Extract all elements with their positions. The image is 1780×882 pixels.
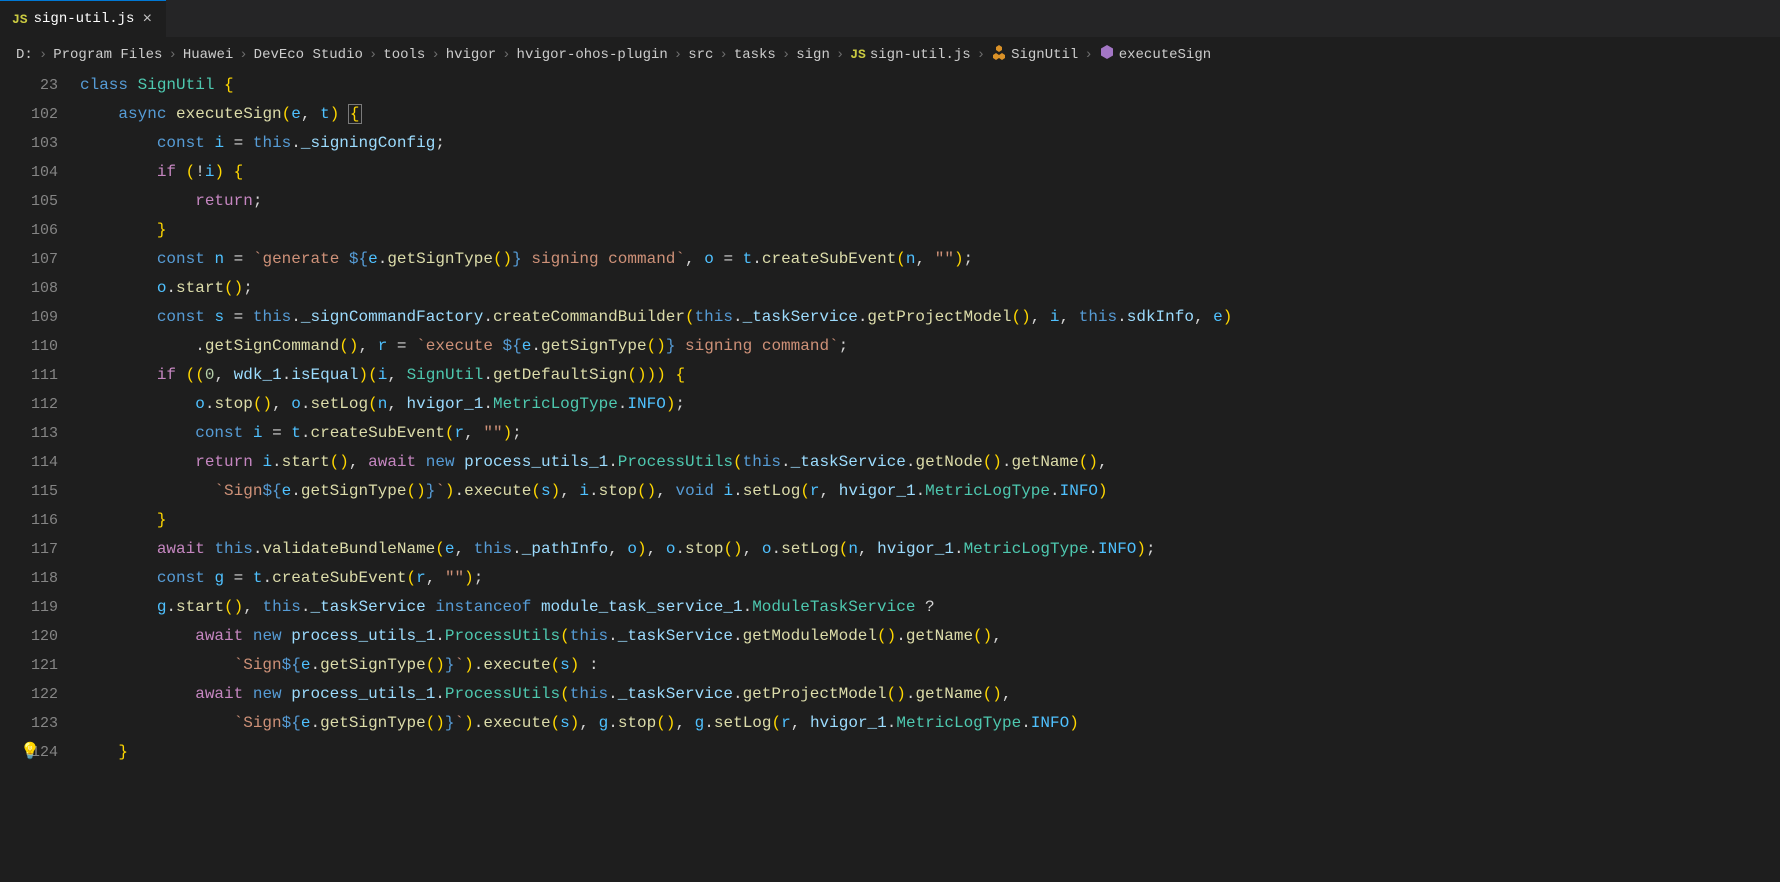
breadcrumb-segment[interactable]: tools: [383, 47, 425, 63]
line-number: 114: [0, 448, 58, 477]
breadcrumb-segment[interactable]: src: [688, 47, 713, 63]
line-number: 108: [0, 274, 58, 303]
line-number: 115: [0, 477, 58, 506]
line-number: 111: [0, 361, 58, 390]
line-number: 106: [0, 216, 58, 245]
line-number: 123: [0, 709, 58, 738]
code-line[interactable]: `Sign${e.getSignType()}`).execute(s) :: [80, 651, 1780, 680]
code-line[interactable]: `Sign${e.getSignType()}`).execute(s), i.…: [80, 477, 1780, 506]
code-line[interactable]: .getSignCommand(), r = `execute ${e.getS…: [80, 332, 1780, 361]
breadcrumb-segment[interactable]: DevEco Studio: [254, 47, 363, 63]
code-line[interactable]: return i.start(), await new process_util…: [80, 448, 1780, 477]
code-line[interactable]: }: [80, 216, 1780, 245]
code-line[interactable]: await new process_utils_1.ProcessUtils(t…: [80, 622, 1780, 651]
breadcrumb-segment[interactable]: sign: [796, 47, 830, 63]
code-line[interactable]: if (!i) {: [80, 158, 1780, 187]
code-editor[interactable]: 23 102 103 104 105 106 107 108 109 110 1…: [0, 71, 1780, 767]
code-line[interactable]: if ((0, wdk_1.isEqual)(i, SignUtil.getDe…: [80, 361, 1780, 390]
editor-tab[interactable]: JS sign-util.js ×: [0, 0, 166, 37]
chevron-right-icon: ›: [500, 47, 512, 63]
symbol-method-icon: [1099, 44, 1115, 65]
code-line[interactable]: async executeSign(e, t) {: [80, 100, 1780, 129]
code-line[interactable]: const g = t.createSubEvent(r, "");: [80, 564, 1780, 593]
line-number: 116: [0, 506, 58, 535]
line-number: 102: [0, 100, 58, 129]
breadcrumb-symbol-method[interactable]: executeSign: [1119, 47, 1211, 63]
code-line[interactable]: const s = this._signCommandFactory.creat…: [80, 303, 1780, 332]
js-file-icon: JS: [12, 12, 28, 27]
breadcrumb-segment[interactable]: hvigor: [446, 47, 496, 63]
chevron-right-icon: ›: [672, 47, 684, 63]
code-line[interactable]: o.stop(), o.setLog(n, hvigor_1.MetricLog…: [80, 390, 1780, 419]
line-number: 23: [0, 71, 58, 100]
tab-filename: sign-util.js: [34, 11, 135, 27]
breadcrumb-file[interactable]: sign-util.js: [870, 47, 971, 63]
code-area[interactable]: class SignUtil { async executeSign(e, t)…: [80, 71, 1780, 767]
code-line[interactable]: `Sign${e.getSignType()}`).execute(s), g.…: [80, 709, 1780, 738]
code-line[interactable]: const n = `generate ${e.getSignType()} s…: [80, 245, 1780, 274]
chevron-right-icon: ›: [975, 47, 987, 63]
line-number: 110: [0, 332, 58, 361]
chevron-right-icon: ›: [834, 47, 846, 63]
code-line[interactable]: return;: [80, 187, 1780, 216]
tab-close-button[interactable]: ×: [140, 10, 154, 28]
code-line[interactable]: await new process_utils_1.ProcessUtils(t…: [80, 680, 1780, 709]
tab-bar: JS sign-util.js ×: [0, 0, 1780, 38]
code-line[interactable]: }: [80, 506, 1780, 535]
code-line[interactable]: const i = t.createSubEvent(r, "");: [80, 419, 1780, 448]
line-number: 107: [0, 245, 58, 274]
code-line[interactable]: 💡 }: [80, 738, 1780, 767]
line-number: 117: [0, 535, 58, 564]
chevron-right-icon: ›: [1082, 47, 1094, 63]
code-line[interactable]: const i = this._signingConfig;: [80, 129, 1780, 158]
line-number: 105: [0, 187, 58, 216]
symbol-class-icon: [991, 44, 1007, 65]
chevron-right-icon: ›: [166, 47, 178, 63]
code-line[interactable]: await this.validateBundleName(e, this._p…: [80, 535, 1780, 564]
chevron-right-icon: ›: [237, 47, 249, 63]
chevron-right-icon: ›: [780, 47, 792, 63]
breadcrumb-segment[interactable]: Huawei: [183, 47, 233, 63]
line-number: 118: [0, 564, 58, 593]
chevron-right-icon: ›: [717, 47, 729, 63]
code-line[interactable]: o.start();: [80, 274, 1780, 303]
breadcrumb-segment[interactable]: tasks: [734, 47, 776, 63]
line-number: 104: [0, 158, 58, 187]
line-number: 112: [0, 390, 58, 419]
code-line[interactable]: class SignUtil {: [80, 71, 1780, 100]
line-number: 119: [0, 593, 58, 622]
breadcrumb-symbol-class[interactable]: SignUtil: [1011, 47, 1078, 63]
breadcrumb-segment[interactable]: hvigor-ohos-plugin: [517, 47, 668, 63]
code-line[interactable]: g.start(), this._taskService instanceof …: [80, 593, 1780, 622]
line-number-gutter: 23 102 103 104 105 106 107 108 109 110 1…: [0, 71, 80, 767]
breadcrumb[interactable]: D:› Program Files› Huawei› DevEco Studio…: [0, 38, 1780, 71]
line-number: 121: [0, 651, 58, 680]
breadcrumb-segment[interactable]: D:: [16, 47, 33, 63]
lightbulb-icon[interactable]: 💡: [20, 738, 40, 767]
js-file-icon: JS: [850, 47, 866, 62]
breadcrumb-segment[interactable]: Program Files: [53, 47, 162, 63]
line-number: 109: [0, 303, 58, 332]
chevron-right-icon: ›: [367, 47, 379, 63]
line-number: 120: [0, 622, 58, 651]
line-number: 103: [0, 129, 58, 158]
line-number: 113: [0, 419, 58, 448]
line-number: 122: [0, 680, 58, 709]
chevron-right-icon: ›: [429, 47, 441, 63]
chevron-right-icon: ›: [37, 47, 49, 63]
